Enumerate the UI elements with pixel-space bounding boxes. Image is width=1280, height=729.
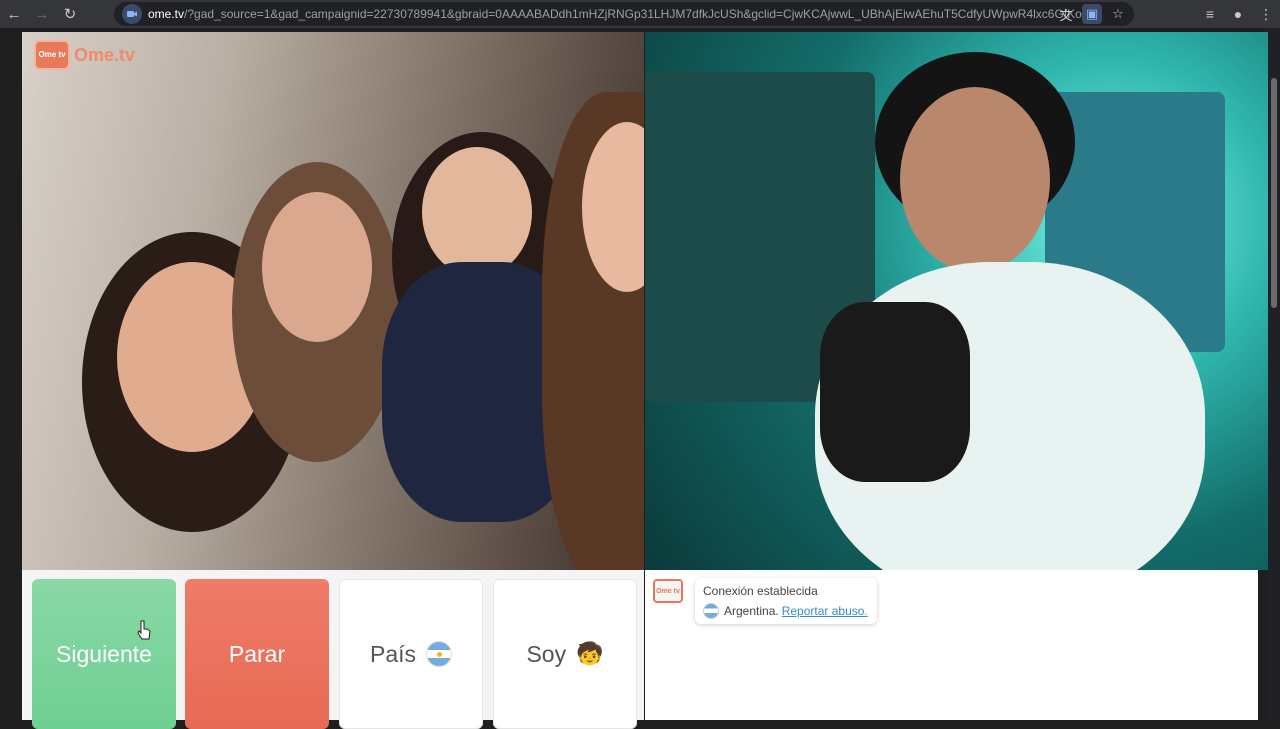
logo-tv-icon: Ome tv [34,40,70,70]
scroll-thumb[interactable] [1271,78,1277,308]
mouse-pointer-icon [137,620,151,640]
forward-icon[interactable]: → [28,0,56,28]
stranger-country: Argentina. [724,604,779,618]
stop-button-label: Parar [228,640,286,667]
video-microphone [820,302,970,482]
boy-emoji-icon: 🧒 [576,641,604,666]
cast-icon[interactable]: ▣ [1082,4,1102,24]
back-icon[interactable]: ← [0,0,28,28]
video-face [422,147,532,277]
star-icon[interactable]: ☆ [1108,4,1128,24]
next-button-label: Siguiente [56,640,152,667]
stranger-video [22,32,644,570]
logo-text: Ome.tv [74,44,136,65]
argentina-flag-icon [426,641,453,667]
connection-status: Conexión establecida [703,584,818,598]
url-host: ome.tv [148,7,185,21]
argentina-flag-icon [703,603,719,619]
report-abuse-link[interactable]: Reportar abuso. [782,604,868,618]
country-button[interactable]: País [339,579,483,729]
control-panel: Siguiente Parar País Soy 🧒 [22,570,644,729]
country-button-label: País [369,640,417,667]
video-face [262,192,372,342]
profile-icon[interactable]: ● [1224,0,1252,28]
video-face [900,87,1050,272]
stop-button[interactable]: Parar [185,579,329,729]
ometv-logo[interactable]: Ome tv Ome.tv [34,40,135,70]
gender-button-label: Soy [526,640,567,667]
next-button[interactable]: Siguiente [32,579,176,729]
self-video [645,32,1268,570]
menu-icon[interactable]: ⋮ [1252,0,1280,28]
url-path: /?gad_source=1&gad_campaignid=2273078994… [184,7,1088,21]
url-text[interactable]: ome.tv/?gad_source=1&gad_campaignid=2273… [148,7,1088,21]
site-info-icon[interactable] [122,4,142,24]
translate-icon[interactable]: 文 [1056,4,1076,24]
gender-button[interactable]: Soy 🧒 [493,579,637,729]
chat-panel: Ome tv Conexión establecida Argentina. R… [645,570,1258,720]
scrollbar[interactable] [1268,28,1280,720]
ometv-chat-avatar-icon: Ome tv [653,579,683,603]
address-bar[interactable]: ome.tv/?gad_source=1&gad_campaignid=2273… [114,2,1134,26]
system-message: Conexión establecida Argentina. Reportar… [695,578,877,624]
browser-toolbar: ← → ↻ ome.tv/?gad_source=1&gad_campaigni… [0,0,1280,28]
media-icon[interactable]: ≡ [1196,0,1224,28]
reload-icon[interactable]: ↻ [56,0,84,28]
